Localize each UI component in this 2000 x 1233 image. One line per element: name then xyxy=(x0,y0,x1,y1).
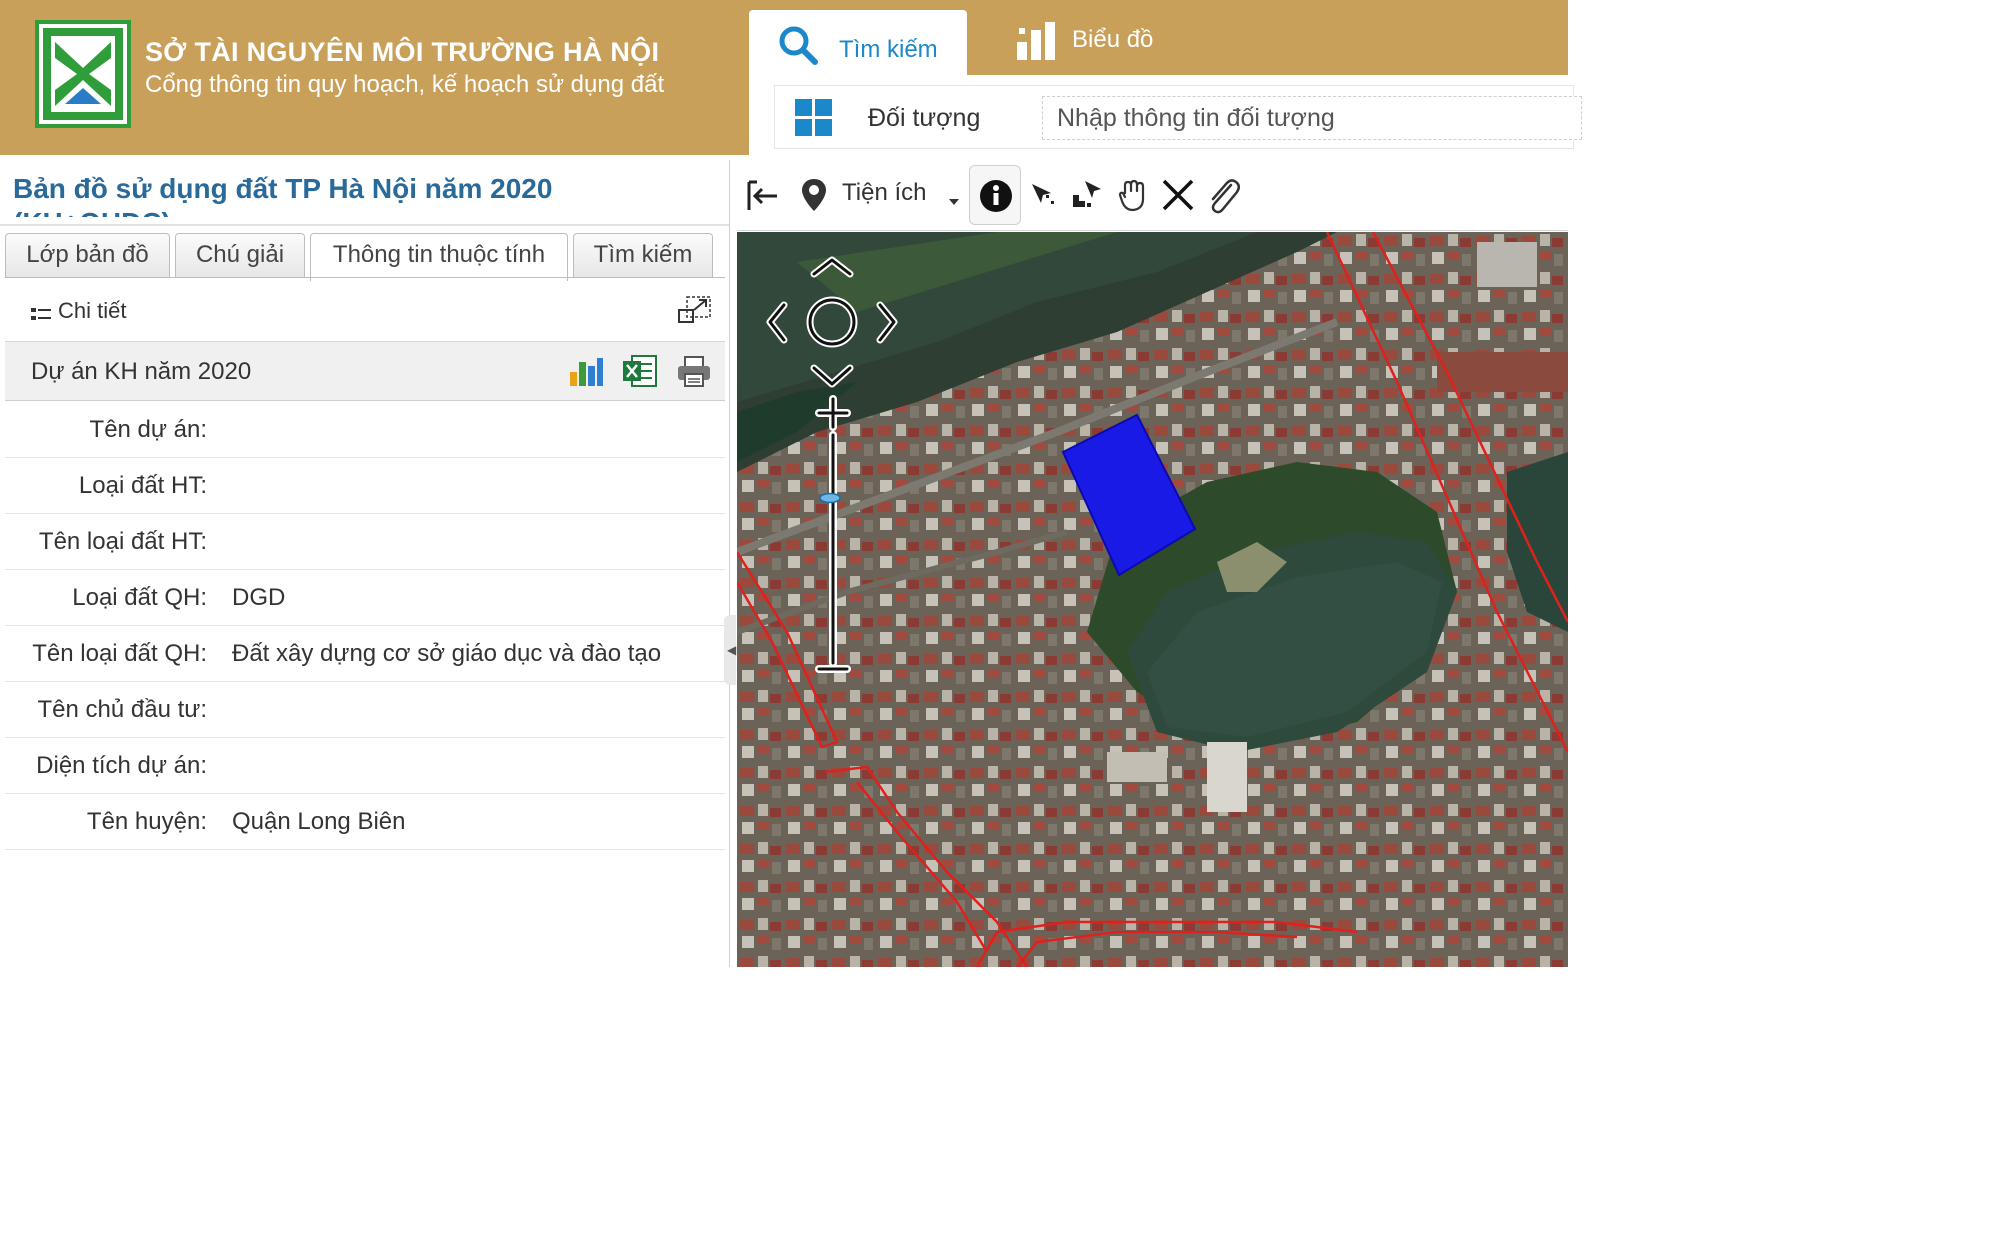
attribute-row: Loại đất HT: xyxy=(5,458,725,514)
tab-attribute-info[interactable]: Thông tin thuộc tính xyxy=(310,233,568,281)
collapse-arrow-icon: ◀ xyxy=(727,643,737,657)
panel-collapse-handle[interactable]: ◀ xyxy=(724,615,736,685)
site-subtitle: Cổng thông tin quy hoạch, kế hoạch sử dụ… xyxy=(145,71,665,98)
attribute-value: DGD xyxy=(232,584,286,611)
object-type-label[interactable]: Đối tượng xyxy=(868,104,980,133)
attribute-key: Diện tích dự án: xyxy=(36,752,207,779)
tab-chart-label: Biểu đồ xyxy=(1072,26,1154,53)
attribute-value: Quận Long Biên xyxy=(232,808,406,835)
tab-search-label: Tìm kiếm xyxy=(839,36,938,63)
bar-chart-icon xyxy=(1015,20,1059,67)
attribute-row: Diện tích dự án: xyxy=(5,738,725,794)
attribute-row: Loại đất QH: DGD xyxy=(5,570,725,626)
pan-hand-icon[interactable] xyxy=(1117,179,1149,218)
map-toolbar: Tiện ích xyxy=(737,163,1568,231)
info-icon xyxy=(980,180,1012,212)
attribute-key: Tên loại đất QH: xyxy=(32,640,207,667)
object-search-input[interactable] xyxy=(1042,96,1582,140)
list-icon xyxy=(31,306,51,327)
detail-header: Chi tiết xyxy=(5,278,725,342)
attribute-row: Tên dự án: xyxy=(5,402,725,458)
search-icon xyxy=(777,24,821,73)
attribute-value: Đất xây dựng cơ sở giáo dục và đào tạo xyxy=(232,640,662,667)
tab-panel-search[interactable]: Tìm kiếm xyxy=(573,233,713,278)
attribute-key: Loại đất QH: xyxy=(72,584,207,611)
zoom-slider[interactable] xyxy=(815,395,851,685)
attribute-key: Tên dự án: xyxy=(89,416,207,443)
chart-export-icon[interactable] xyxy=(568,354,604,393)
location-pin-icon[interactable] xyxy=(799,177,829,218)
select-arrow-icon[interactable] xyxy=(1029,181,1057,214)
left-panel: Bản đồ sử dụng đất TP Hà Nội năm 2020 (K… xyxy=(0,160,730,967)
site-title: SỞ TÀI NGUYÊN MÔI TRƯỜNG HÀ NỘI xyxy=(145,37,660,67)
select-multi-icon[interactable] xyxy=(1071,179,1105,218)
attach-icon[interactable] xyxy=(1205,175,1241,220)
project-header: Dự án KH năm 2020 xyxy=(5,341,725,401)
clear-icon[interactable] xyxy=(1161,178,1195,217)
attribute-row: Tên chủ đầu tư: xyxy=(5,682,725,738)
attribute-key: Loại đất HT: xyxy=(78,472,207,499)
print-icon[interactable] xyxy=(677,356,711,393)
project-name: Dự án KH năm 2020 xyxy=(31,358,252,385)
detail-label: Chi tiết xyxy=(58,298,127,323)
attribute-row: Tên loại đất QH: Đất xây dựng cơ sở giáo… xyxy=(5,626,725,682)
excel-icon[interactable] xyxy=(622,354,658,393)
utility-menu-label[interactable]: Tiện ích xyxy=(842,179,926,207)
attribute-key: Tên chủ đầu tư: xyxy=(37,696,208,723)
department-logo[interactable] xyxy=(35,20,131,128)
title-divider xyxy=(0,224,729,226)
tab-legend[interactable]: Chú giải xyxy=(175,233,305,278)
chevron-down-icon[interactable] xyxy=(947,193,961,211)
map-pan-control[interactable] xyxy=(762,250,907,400)
panel-title: Bản đồ sử dụng đất TP Hà Nội năm 2020 (K… xyxy=(13,173,553,217)
grid-icon[interactable] xyxy=(794,98,834,143)
attribute-key: Tên loại đất HT: xyxy=(38,528,207,555)
tab-map-layers[interactable]: Lớp bản đồ xyxy=(5,233,170,278)
info-tool-button[interactable] xyxy=(969,165,1021,225)
exit-icon[interactable] xyxy=(745,179,779,218)
attribute-table: Tên dự án: Loại đất HT: Tên loại đất HT:… xyxy=(5,402,725,850)
expand-icon[interactable] xyxy=(678,295,712,330)
tab-search[interactable]: Tìm kiếm xyxy=(749,10,967,75)
object-search-row: Đối tượng xyxy=(749,75,1582,155)
attribute-row: Tên loại đất HT: xyxy=(5,514,725,570)
attribute-key: Tên huyện: xyxy=(86,808,207,835)
attribute-row: Tên huyện: Quận Long Biên xyxy=(5,794,725,850)
